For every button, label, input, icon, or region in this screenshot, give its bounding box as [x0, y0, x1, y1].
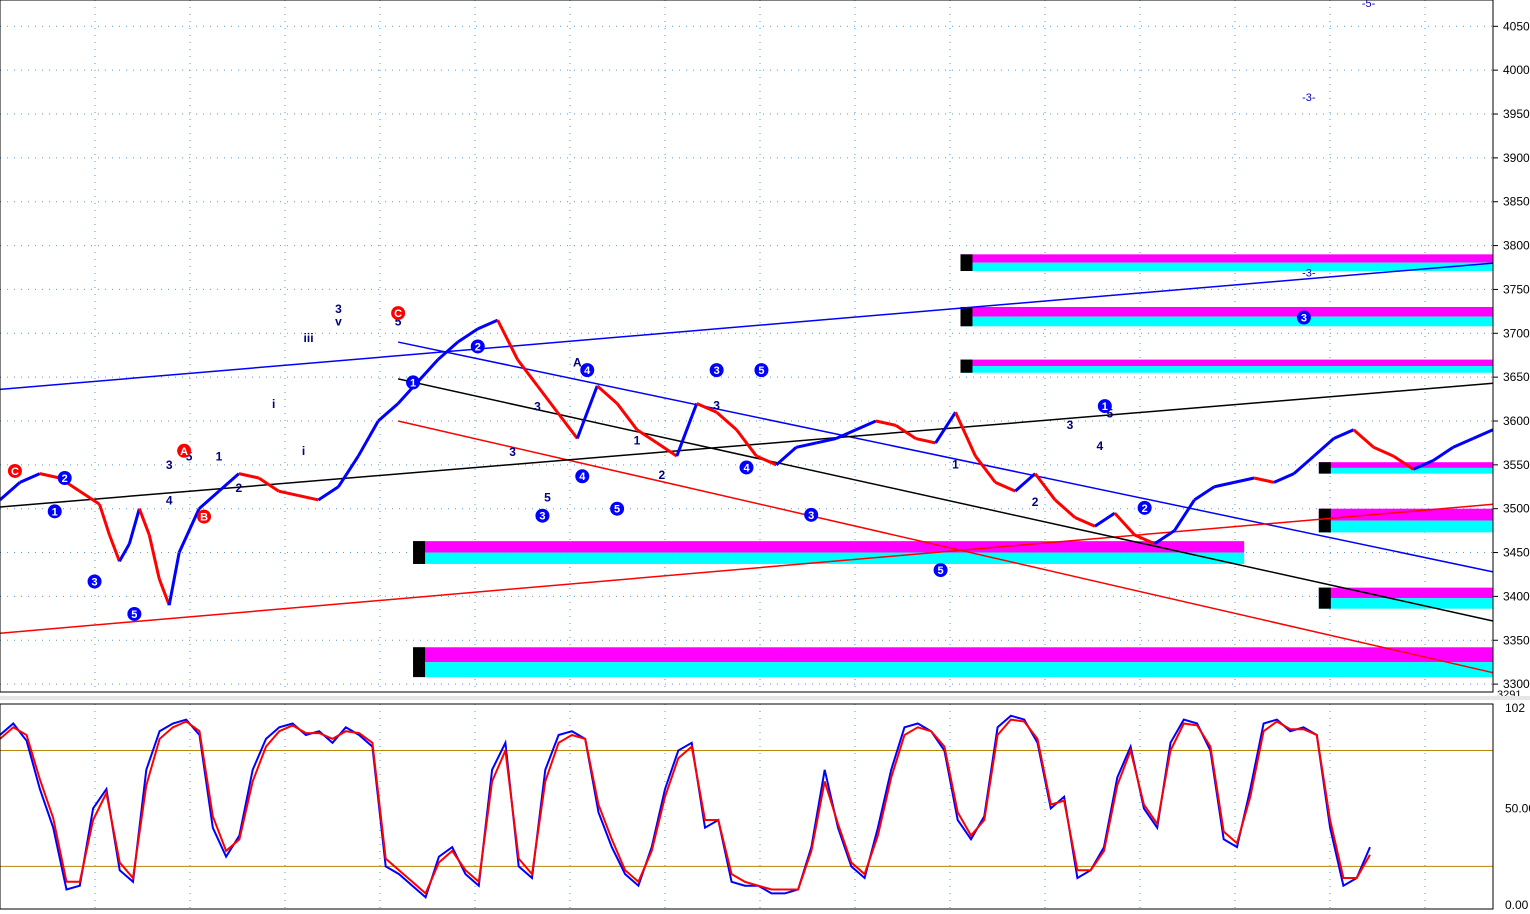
zone-marker: [413, 647, 426, 678]
zone-band: [413, 647, 1493, 663]
price-tick-label: 3600: [1503, 414, 1530, 428]
wave-label: A: [573, 356, 582, 370]
zone-band: [1318, 508, 1493, 521]
wave-circle-label: 3: [91, 576, 97, 588]
zone-band: [1318, 520, 1493, 533]
wave-circle-label: C: [394, 308, 402, 320]
wave-circle-label: 5: [131, 609, 137, 621]
wave-label: iii: [304, 331, 314, 345]
wave-circle-label: 2: [1142, 503, 1148, 515]
wave-circle-label: 5: [938, 565, 944, 577]
zone-band: [960, 254, 1493, 263]
wave-label: 3: [509, 445, 516, 459]
wave-circle-label: 1: [410, 377, 416, 389]
wave-circle-label: 3: [1301, 312, 1307, 324]
wave-circle-label: B: [200, 512, 208, 524]
zone-marker: [960, 359, 973, 373]
price-tick-label: 3800: [1503, 239, 1530, 253]
zone-band: [960, 316, 1493, 327]
price-tick-label: 3900: [1503, 151, 1530, 165]
osc-tick-label: 102: [1505, 701, 1525, 715]
zone-band: [1318, 587, 1493, 599]
price-tick-label: 3450: [1503, 546, 1530, 560]
zone-marker: [1318, 462, 1331, 474]
price-tick-label: 3950: [1503, 107, 1530, 121]
price-tick-label: 3550: [1503, 458, 1530, 472]
wave-label: i: [302, 444, 305, 458]
zone-band: [413, 541, 1245, 553]
price-tick-label: 3650: [1503, 370, 1530, 384]
wave-label: 1: [634, 434, 641, 448]
zone-band: [1318, 598, 1493, 609]
zone-marker: [413, 541, 426, 564]
osc-tick-label: 0.00: [1505, 898, 1529, 912]
wave-label: 4: [166, 493, 173, 507]
wave-label: 1: [216, 449, 223, 463]
wave-circle-label: 3: [808, 510, 814, 522]
price-tick-label: 3350: [1503, 633, 1530, 647]
price-tick-label: 3400: [1503, 589, 1530, 603]
wave-circle-label: 5: [758, 365, 764, 377]
zone-band: [413, 662, 1493, 678]
wave-circle-label: 4: [579, 471, 586, 483]
wave-label: 3: [713, 399, 720, 413]
wave-label: 2: [236, 481, 243, 495]
zone-band: [960, 306, 1493, 317]
wave-label: 3: [1067, 418, 1074, 432]
wave-circle-label: 3: [539, 511, 545, 523]
price-tick-label: 4000: [1503, 63, 1530, 77]
zone-marker: [1318, 587, 1331, 609]
wave-circle-label: 1: [1102, 401, 1108, 413]
osc-tick-label: 50.00: [1505, 801, 1530, 815]
wave-circle-label: C: [11, 466, 19, 478]
wave-circle-label: 2: [62, 473, 68, 485]
wave-circle-label: A: [180, 446, 188, 458]
wave-circle-label: 2: [475, 341, 481, 353]
wave-label: 2: [659, 468, 666, 482]
wave-label: 3: [534, 399, 541, 413]
wave-label: 2: [1032, 495, 1039, 509]
wave-label: i: [272, 397, 275, 411]
zone-marker: [1318, 508, 1331, 533]
zone-band: [1318, 467, 1493, 474]
wave-circle-label: 4: [584, 365, 591, 377]
price-tick-label: 3500: [1503, 502, 1530, 516]
wave-circle-label: 5: [614, 504, 620, 516]
pane-divider: [0, 696, 1530, 700]
zone-marker: [960, 306, 973, 327]
price-tick-label: 3850: [1503, 195, 1530, 209]
wave-degree-label: -5-: [1362, 0, 1376, 10]
wave-label: 4: [1096, 439, 1103, 453]
wave-degree-label: -3-: [1302, 92, 1316, 104]
wave-circle-label: 4: [743, 462, 750, 474]
zone-band: [960, 359, 1493, 367]
wave-circle-label: 1: [52, 506, 58, 518]
zone-band: [960, 366, 1493, 373]
wave-degree-label: -3-: [1302, 267, 1316, 279]
price-tick-label: 3700: [1503, 326, 1530, 340]
wave-label: v: [335, 314, 342, 328]
wave-label: 5: [544, 491, 551, 505]
wave-label: 1: [952, 457, 959, 471]
wave-label: 3: [166, 458, 173, 472]
chart-root: 3v 5iiiii235 1433531215342ACCAB2135123454 3…: [0, 0, 1530, 914]
price-tick-label: 3750: [1503, 282, 1530, 296]
zone-marker: [960, 254, 973, 272]
wave-circle-label: 3: [714, 365, 720, 377]
price-tick-label: 4050: [1503, 19, 1530, 33]
